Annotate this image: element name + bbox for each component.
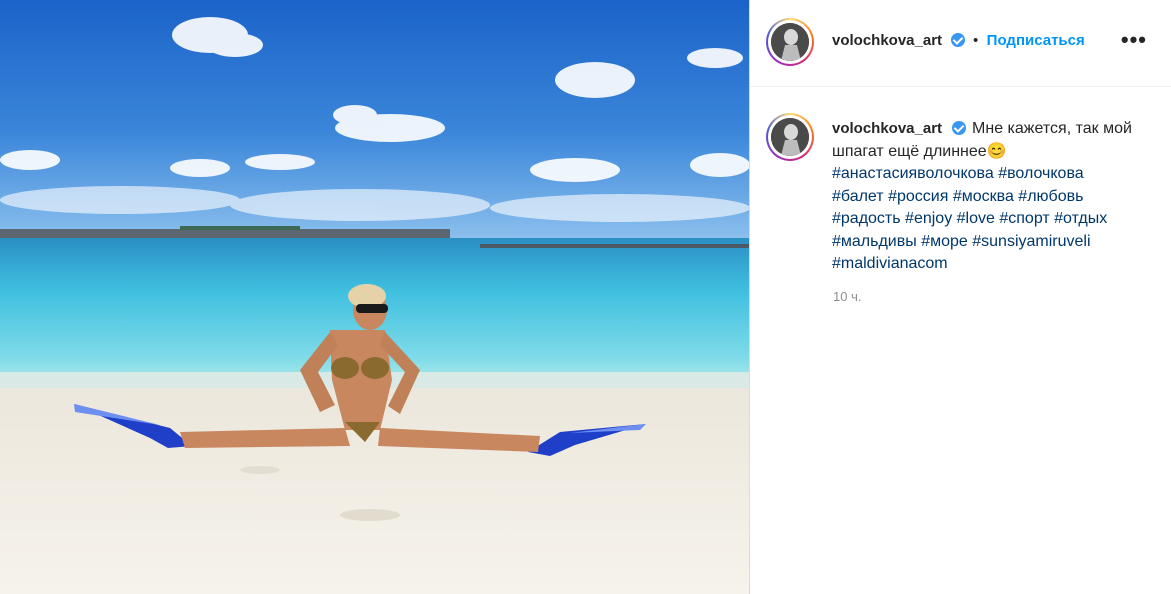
post-photo[interactable] [0,0,749,594]
hashtag-link[interactable]: #море [921,233,968,250]
avatar[interactable] [766,18,814,66]
verified-badge-icon [952,121,967,135]
caption-username[interactable]: volochkova_art [832,120,942,137]
follow-button[interactable]: Подписаться [987,32,1085,49]
post-side-panel: volochkova_art • Подписаться ••• volochk… [750,0,1171,594]
post-time[interactable]: 10 ч. [833,289,861,304]
separator-dot: • [972,32,979,49]
hashtag-link[interactable]: #балет [832,188,884,205]
hashtag-link[interactable]: #радость [832,210,901,227]
hashtag-link[interactable]: #волочкова [998,165,1083,182]
post-header: volochkova_art • Подписаться ••• [750,0,1171,87]
more-options-icon[interactable]: ••• [1121,29,1147,51]
hashtag-link[interactable]: #sunsiyamiruveli [972,233,1090,250]
header-username[interactable]: volochkova_art [832,32,942,49]
hashtag-link[interactable]: #анастасияволочкова [832,165,994,182]
hashtag-link[interactable]: #love [957,210,995,227]
hashtag-link[interactable]: #москва [953,188,1014,205]
post-caption: volochkova_art Мне кажется, так мой шпага… [832,118,1132,276]
hashtag-link[interactable]: #мальдивы [832,233,917,250]
hashtag-link[interactable]: #отдых [1054,210,1107,227]
caption-avatar[interactable] [766,113,814,161]
hashtag-link[interactable]: #maldivianacom [832,255,948,272]
hashtag-link[interactable]: #россия [888,188,948,205]
hashtag-link[interactable]: #спорт [999,210,1049,227]
verified-badge-icon [950,33,965,47]
hashtag-link[interactable]: #enjoy [905,210,952,227]
hashtag-link[interactable]: #любовь [1018,188,1083,205]
